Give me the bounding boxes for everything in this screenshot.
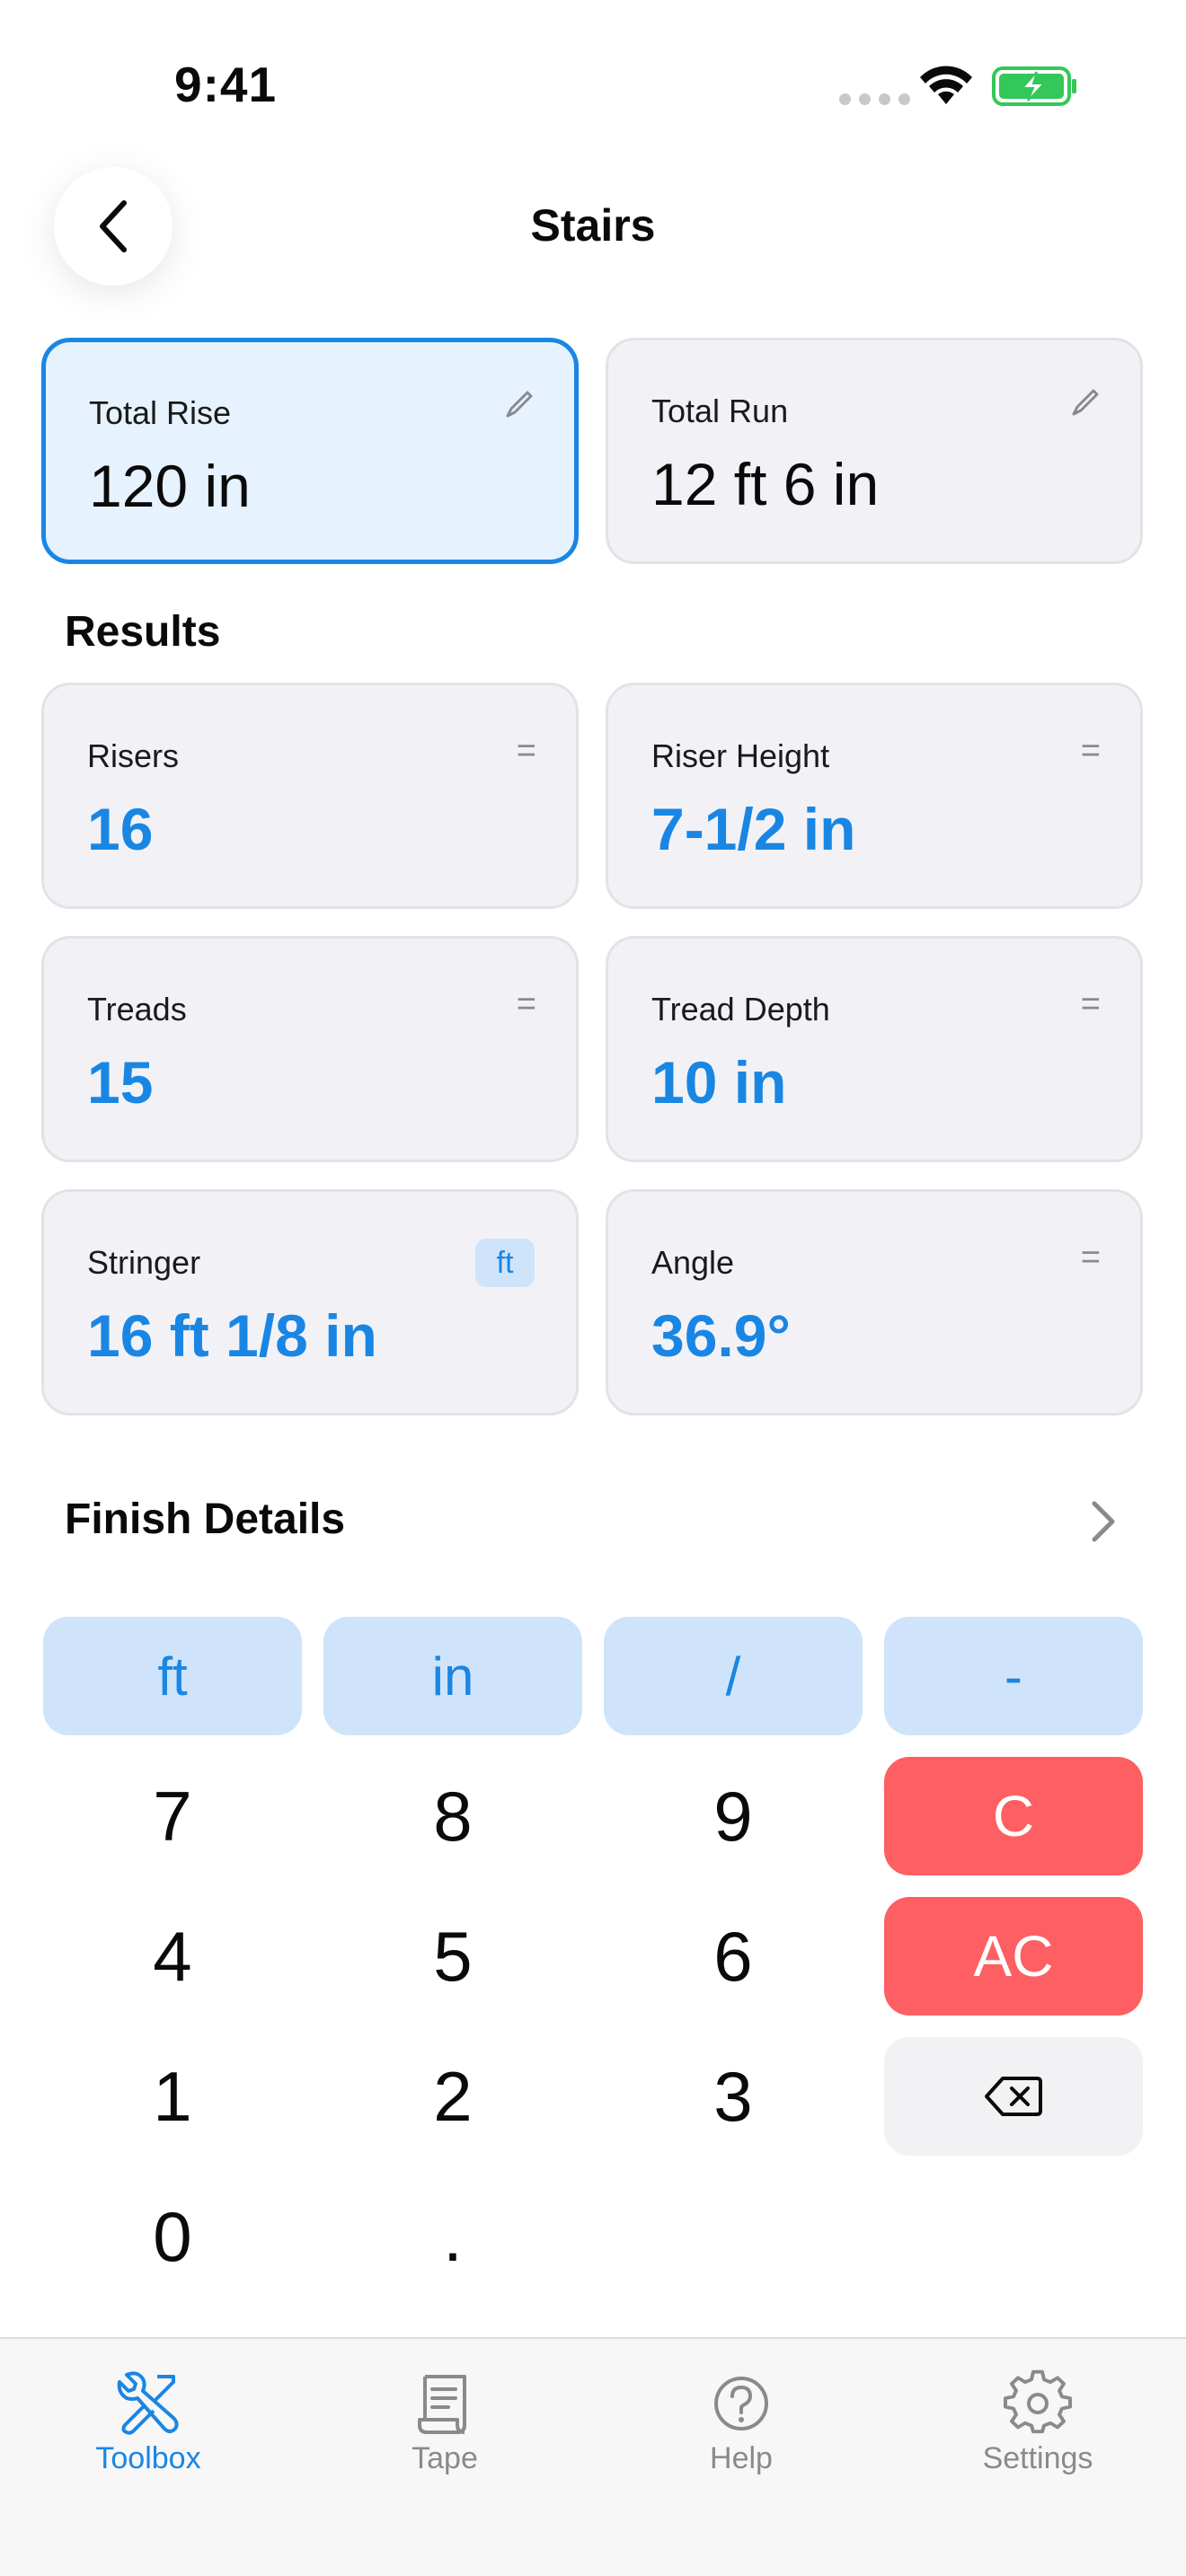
wifi-icon	[920, 66, 972, 104]
key-ft[interactable]: ft	[43, 1617, 302, 1735]
finish-details-row[interactable]: Finish Details	[0, 1475, 1186, 1565]
unit-toggle-badge[interactable]: ft	[475, 1239, 535, 1287]
cellular-signal-icon	[839, 93, 910, 105]
total-run-value: 12 ft 6 in	[651, 451, 880, 517]
result-value: 16	[87, 796, 154, 862]
key-all-clear[interactable]: AC	[884, 1897, 1143, 2016]
equals-icon: =	[516, 985, 536, 1023]
result-value: 7-1/2 in	[651, 796, 856, 862]
tab-toolbox[interactable]: Toolbox	[0, 2339, 296, 2519]
result-value: 10 in	[651, 1049, 787, 1116]
tab-label: Settings	[982, 2441, 1093, 2475]
battery-icon	[992, 66, 1076, 106]
tools-icon	[117, 2371, 179, 2435]
result-value: 15	[87, 1049, 154, 1116]
key-9[interactable]: 9	[604, 1757, 863, 1875]
result-value: 36.9°	[651, 1302, 791, 1369]
pencil-icon	[1072, 389, 1099, 416]
result-label: Stringer	[87, 1244, 201, 1281]
key-decimal[interactable]: .	[323, 2177, 582, 2296]
key-0[interactable]: 0	[43, 2177, 302, 2296]
key-2[interactable]: 2	[323, 2037, 582, 2156]
help-icon	[714, 2377, 768, 2430]
page-title: Stairs	[530, 200, 656, 251]
tab-label: Help	[710, 2441, 773, 2475]
key-4[interactable]: 4	[43, 1897, 302, 2016]
tab-help[interactable]: Help	[593, 2339, 890, 2519]
total-rise-label: Total Rise	[89, 394, 232, 431]
tab-bar: Toolbox Tape Help Settings	[0, 2337, 1186, 2576]
result-value: 16 ft 1/8 in	[87, 1302, 377, 1369]
status-time: 9:41	[174, 57, 278, 112]
result-label: Tread Depth	[651, 991, 830, 1028]
stairs-screen: 9:41 Stairs Total Rise 120 in Total Run	[0, 0, 1186, 2576]
key-dash[interactable]: -	[884, 1617, 1143, 1735]
result-label: Riser Height	[651, 737, 830, 774]
result-card-risers[interactable]: Risers 16 =	[41, 683, 579, 909]
key-backspace[interactable]	[884, 2037, 1143, 2156]
chevron-right-icon	[1092, 1501, 1115, 1542]
key-7[interactable]: 7	[43, 1757, 302, 1875]
results-heading: Results	[65, 608, 221, 656]
key-6[interactable]: 6	[604, 1897, 863, 2016]
equals-icon: =	[1080, 985, 1101, 1023]
equals-icon: =	[1080, 1239, 1101, 1276]
equals-icon: =	[1080, 732, 1101, 770]
key-3[interactable]: 3	[604, 2037, 863, 2156]
tab-label: Toolbox	[95, 2441, 201, 2475]
key-fraction-slash[interactable]: /	[604, 1617, 863, 1735]
backspace-icon	[985, 2077, 1042, 2116]
result-card-treads[interactable]: Treads 15 =	[41, 936, 579, 1162]
pencil-icon	[506, 391, 533, 418]
result-card-angle[interactable]: Angle 36.9° =	[606, 1189, 1143, 1416]
key-clear[interactable]: C	[884, 1757, 1143, 1875]
scroll-icon	[418, 2375, 466, 2434]
result-label: Angle	[651, 1244, 735, 1281]
key-8[interactable]: 8	[323, 1757, 582, 1875]
result-card-riser-height[interactable]: Riser Height 7-1/2 in =	[606, 683, 1143, 909]
key-in[interactable]: in	[323, 1617, 582, 1735]
finish-details-heading: Finish Details	[65, 1495, 346, 1543]
result-card-stringer[interactable]: Stringer 16 ft 1/8 in ft	[41, 1189, 579, 1416]
key-1[interactable]: 1	[43, 2037, 302, 2156]
total-run-input[interactable]: Total Run 12 ft 6 in	[606, 338, 1143, 564]
tab-tape[interactable]: Tape	[296, 2339, 593, 2519]
result-label: Risers	[87, 737, 180, 774]
tab-label: Tape	[412, 2441, 478, 2475]
result-label: Treads	[87, 991, 187, 1028]
status-bar: 9:41	[0, 0, 1186, 162]
key-5[interactable]: 5	[323, 1897, 582, 2016]
result-card-tread-depth[interactable]: Tread Depth 10 in =	[606, 936, 1143, 1162]
tab-settings[interactable]: Settings	[890, 2339, 1186, 2519]
gear-icon	[1004, 2369, 1072, 2434]
total-rise-input[interactable]: Total Rise 120 in	[41, 338, 579, 564]
equals-icon: =	[516, 732, 536, 770]
total-rise-value: 120 in	[89, 453, 251, 519]
total-run-label: Total Run	[651, 393, 789, 429]
